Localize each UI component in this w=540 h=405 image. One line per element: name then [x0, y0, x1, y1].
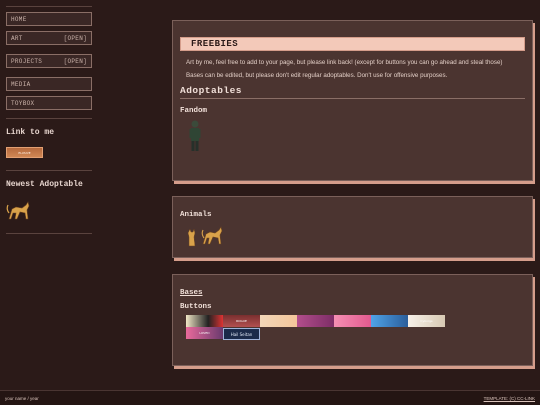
cat-adoptable-icon	[6, 201, 30, 220]
animals-heading: Animals	[180, 211, 212, 219]
sidebar-divider	[6, 118, 92, 119]
blinkie-button-4[interactable]	[297, 315, 334, 327]
animals-panel: Animals	[172, 196, 533, 258]
fandom-heading: Fandom	[180, 107, 208, 115]
nav-toybox-label: TOYBOX	[11, 99, 35, 107]
bases-link[interactable]: Bases	[180, 289, 525, 297]
freebies-panel: FREEBIES Art by me, feel free to add to …	[172, 20, 533, 181]
link-to-me-heading: Link to me	[6, 128, 55, 137]
link-button[interactable]: ELUSIVE	[6, 147, 43, 158]
sidebar-divider-2	[6, 170, 92, 171]
footer-template-credit[interactable]: TEMPLATE: (C) CC-LINK	[484, 396, 535, 401]
nav-media[interactable]: MEDIA	[6, 77, 92, 91]
walking-cat-icon[interactable]	[200, 225, 226, 247]
blinkie-button-5[interactable]	[334, 315, 371, 327]
sidebar: HOME ART [OPEN] PROJECTS [OPEN] MEDIA TO…	[6, 6, 92, 234]
sidebar-divider-3	[6, 233, 92, 234]
adoptables-heading: Adoptables	[180, 85, 525, 99]
freebies-title: FREEBIES	[180, 37, 525, 51]
buttons-heading: Buttons	[180, 303, 212, 311]
footer: your name / year TEMPLATE: (C) CC-LINK	[0, 390, 540, 405]
sitting-cat-icon[interactable]	[186, 227, 198, 247]
nav-projects-label: PROJECTS	[11, 57, 43, 65]
blinkie-button-1[interactable]	[186, 315, 223, 327]
blinkie-button-2[interactable]: ROGUE	[223, 315, 260, 327]
nav-art-label: ART	[11, 34, 23, 42]
buttons-strip: ROGUE Cyborgs LOVED Hail Seitan	[180, 315, 480, 340]
nav-home[interactable]: HOME	[6, 12, 92, 26]
blinkie-button-8[interactable]: LOVED	[186, 327, 223, 339]
nav-projects[interactable]: PROJECTS [OPEN]	[6, 54, 92, 68]
sidebar-top-divider	[6, 6, 92, 7]
fandom-adoptables	[180, 119, 525, 153]
hail-seitan-button[interactable]: Hail Seitan	[223, 328, 260, 340]
bases-panel: Bases Buttons ROGUE Cyborgs LOVED Hail S…	[172, 274, 533, 366]
nav-home-label: HOME	[11, 15, 27, 23]
nav-art-status: [OPEN]	[63, 34, 87, 42]
nav-toybox[interactable]: TOYBOX	[6, 96, 92, 110]
blinkie-button-7[interactable]: Cyborgs	[408, 315, 445, 327]
blinkie-button-3[interactable]	[260, 315, 297, 327]
blinkie-button-6[interactable]	[371, 315, 408, 327]
animal-adoptables	[180, 225, 525, 247]
nav-media-label: MEDIA	[11, 80, 31, 88]
nav-projects-status: [OPEN]	[63, 57, 87, 65]
newest-adoptable-heading: Newest Adoptable	[6, 180, 83, 189]
freebies-bases-note: Bases can be edited, but please don't ed…	[186, 72, 448, 79]
freebies-intro: Art by me, feel free to add to your page…	[186, 59, 503, 66]
newest-adoptable-image[interactable]	[6, 199, 92, 227]
fandom-character-icon[interactable]	[188, 119, 202, 153]
nav-art[interactable]: ART [OPEN]	[6, 31, 92, 45]
footer-name-year: your name / year	[5, 395, 39, 401]
